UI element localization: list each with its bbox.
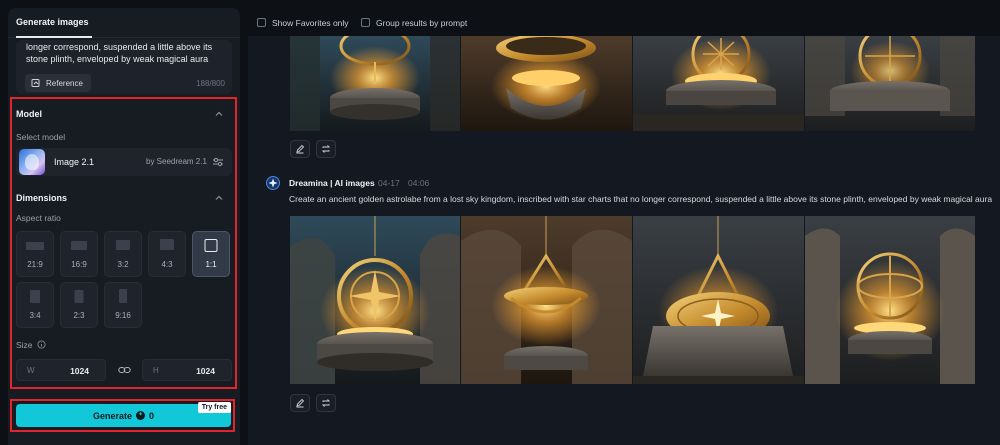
model-section-title: Model [16, 109, 42, 119]
aspect-3-2[interactable]: 3:2 [104, 231, 142, 277]
info-icon[interactable] [37, 340, 46, 349]
height-input[interactable]: H 1024 [142, 359, 232, 381]
result-image[interactable] [461, 216, 632, 384]
width-input[interactable]: W 1024 [16, 359, 106, 381]
aspect-2-3[interactable]: 2:3 [60, 282, 98, 328]
aspect-shape [119, 289, 127, 303]
chevron-up-icon[interactable] [214, 193, 224, 203]
link-ratio-icon[interactable] [118, 365, 131, 375]
aspect-3-4[interactable]: 3:4 [16, 282, 54, 328]
group-prompt-text[interactable]: Create an ancient golden astrolabe from … [289, 194, 1000, 204]
tab-underline [16, 36, 92, 38]
aspect-21-9[interactable]: 21:9 [16, 231, 54, 277]
aspect-ratio-label: Aspect ratio [16, 213, 61, 223]
show-favorites-label[interactable]: Show Favorites only [272, 18, 349, 28]
height-prefix: H [153, 366, 159, 375]
dreamina-logo-icon [266, 176, 280, 190]
result-image[interactable] [290, 36, 460, 131]
width-value[interactable]: 1024 [70, 366, 89, 376]
edit-prompt-button[interactable] [290, 394, 310, 412]
result-image[interactable] [805, 216, 975, 384]
edit-prompt-button[interactable] [290, 140, 310, 158]
generate-label: Generate [92, 410, 132, 421]
dimensions-section-title: Dimensions [16, 193, 68, 203]
result-image[interactable] [461, 36, 632, 131]
aspect-1-1[interactable]: 1:1 [192, 231, 230, 277]
select-model-label: Select model [16, 132, 66, 142]
aspect-shape [26, 242, 44, 250]
credit-icon: ✦ [136, 411, 145, 420]
generation-date: 04-17 [378, 178, 400, 188]
aspect-label: 1:1 [205, 260, 217, 269]
repeat-icon [321, 399, 331, 407]
regenerate-button[interactable] [316, 140, 336, 158]
result-image[interactable] [633, 216, 804, 384]
aspect-label: 3:4 [29, 311, 41, 320]
aspect-shape [116, 240, 130, 250]
result-image[interactable] [290, 216, 460, 384]
width-prefix: W [27, 366, 35, 375]
reference-label: Reference [46, 78, 83, 88]
aspect-label: 9:16 [115, 311, 131, 320]
aspect-4-3[interactable]: 4:3 [148, 231, 186, 277]
model-provider: by Seedream 2.1 [146, 157, 207, 166]
char-count: 188/800 [196, 79, 225, 88]
aspect-shape [74, 290, 84, 303]
aspect-16-9[interactable]: 16:9 [60, 231, 98, 277]
feed-toolbar: Show Favorites only Group results by pro… [248, 10, 1000, 34]
aspect-label: 4:3 [161, 260, 173, 269]
model-thumbnail [19, 149, 45, 175]
chevron-up-icon[interactable] [214, 109, 224, 119]
aspect-label: 16:9 [71, 260, 87, 269]
aspect-label: 21:9 [27, 260, 43, 269]
adjust-settings-icon[interactable] [212, 156, 224, 168]
panel-tabbar: Generate images [8, 8, 240, 38]
repeat-icon [321, 145, 331, 153]
pencil-icon [296, 398, 305, 408]
credit-count: 0 [149, 410, 155, 421]
aspect-shape [204, 239, 218, 252]
group-by-prompt-label[interactable]: Group results by prompt [376, 18, 467, 28]
pencil-icon [296, 144, 305, 154]
show-favorites-checkbox[interactable] [257, 18, 266, 27]
group-by-prompt-checkbox[interactable] [361, 18, 370, 27]
reference-icon [31, 79, 40, 87]
aspect-label: 2:3 [73, 311, 85, 320]
try-free-badge: Try free [197, 402, 231, 413]
aspect-shape [30, 290, 40, 303]
aspect-shape [71, 241, 87, 250]
regenerate-button[interactable] [316, 394, 336, 412]
aspect-9-16[interactable]: 9:16 [104, 282, 142, 328]
settings-highlight: Model Select model Image 2.1 by Seedream… [10, 97, 237, 389]
generation-time: 04:06 [408, 178, 430, 188]
author-name[interactable]: Dreamina | AI images [289, 178, 375, 188]
aspect-label: 3:2 [117, 260, 129, 269]
model-name: Image 2.1 [54, 157, 95, 167]
results-feed: Dreamina | AI images 04-17 04:06 Create … [248, 36, 1000, 445]
model-selector[interactable]: Image 2.1 by Seedream 2.1 [16, 148, 232, 176]
result-image[interactable] [805, 36, 975, 131]
prompt-text[interactable]: longer correspond, suspended a little ab… [26, 41, 222, 65]
size-label: Size [16, 340, 33, 350]
result-image[interactable] [633, 36, 804, 131]
reference-button[interactable]: Reference [25, 74, 91, 92]
height-value[interactable]: 1024 [196, 366, 215, 376]
tab-generate-images[interactable]: Generate images [16, 17, 89, 27]
generate-highlight: Generate ✦ 0 Try free [10, 399, 235, 432]
aspect-shape [160, 239, 174, 250]
